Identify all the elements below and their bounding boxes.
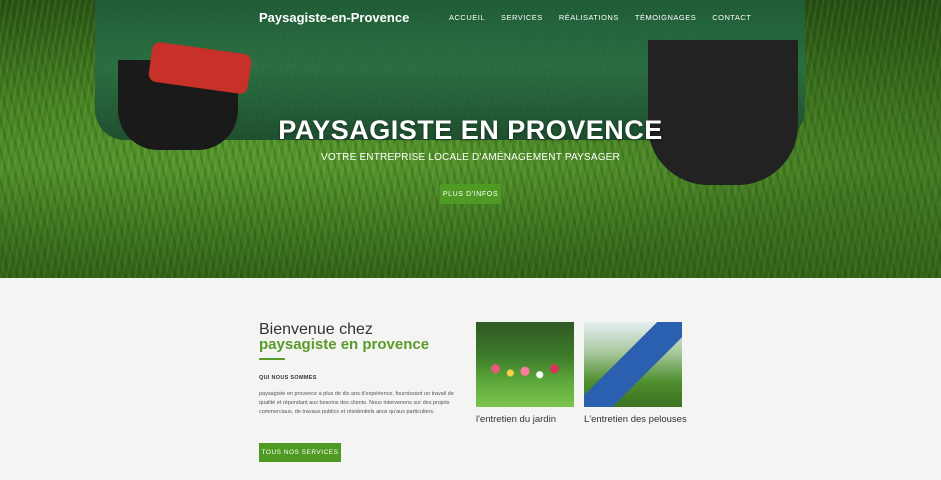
nav-link-accueil[interactable]: ACCUEIL [449,13,485,22]
nav-link-temoignages[interactable]: TÉMOIGNAGES [635,13,696,22]
more-info-button[interactable]: PLUS D'INFOS [440,184,501,204]
nav-link-contact[interactable]: CONTACT [712,13,751,22]
hero-banner: Paysagiste-en-Provence ACCUEIL SERVICES … [0,0,941,278]
nav-link-realisations[interactable]: RÉALISATIONS [559,13,619,22]
heading-divider [259,358,285,360]
lawn-maintenance-caption[interactable]: L'entretien des pelouses [584,414,687,425]
garden-maintenance-image[interactable] [476,322,574,407]
welcome-heading-accent: paysagiste en provence [259,336,430,353]
about-label: QUI NOUS SOMMES [259,375,317,381]
lawn-maintenance-image[interactable] [584,322,682,407]
top-navigation: Paysagiste-en-Provence ACCUEIL SERVICES … [0,0,941,36]
nav-links: ACCUEIL SERVICES RÉALISATIONS TÉMOIGNAGE… [449,13,751,22]
all-services-button[interactable]: TOUS NOS SERVICES [259,443,341,462]
garden-maintenance-caption[interactable]: l'entretien du jardin [476,414,556,425]
mower-wheel-right [648,40,798,185]
hero-subtitle: VOTRE ENTREPRISE LOCALE D'AMÉNAGEMENT PA… [321,152,620,163]
nav-link-services[interactable]: SERVICES [501,13,543,22]
about-text: paysagiste en provence a plus de dix ans… [259,391,454,415]
hero-title: PAYSAGISTE EN PROVENCE [278,115,663,145]
brand-logo-text[interactable]: Paysagiste-en-Provence [259,10,409,25]
